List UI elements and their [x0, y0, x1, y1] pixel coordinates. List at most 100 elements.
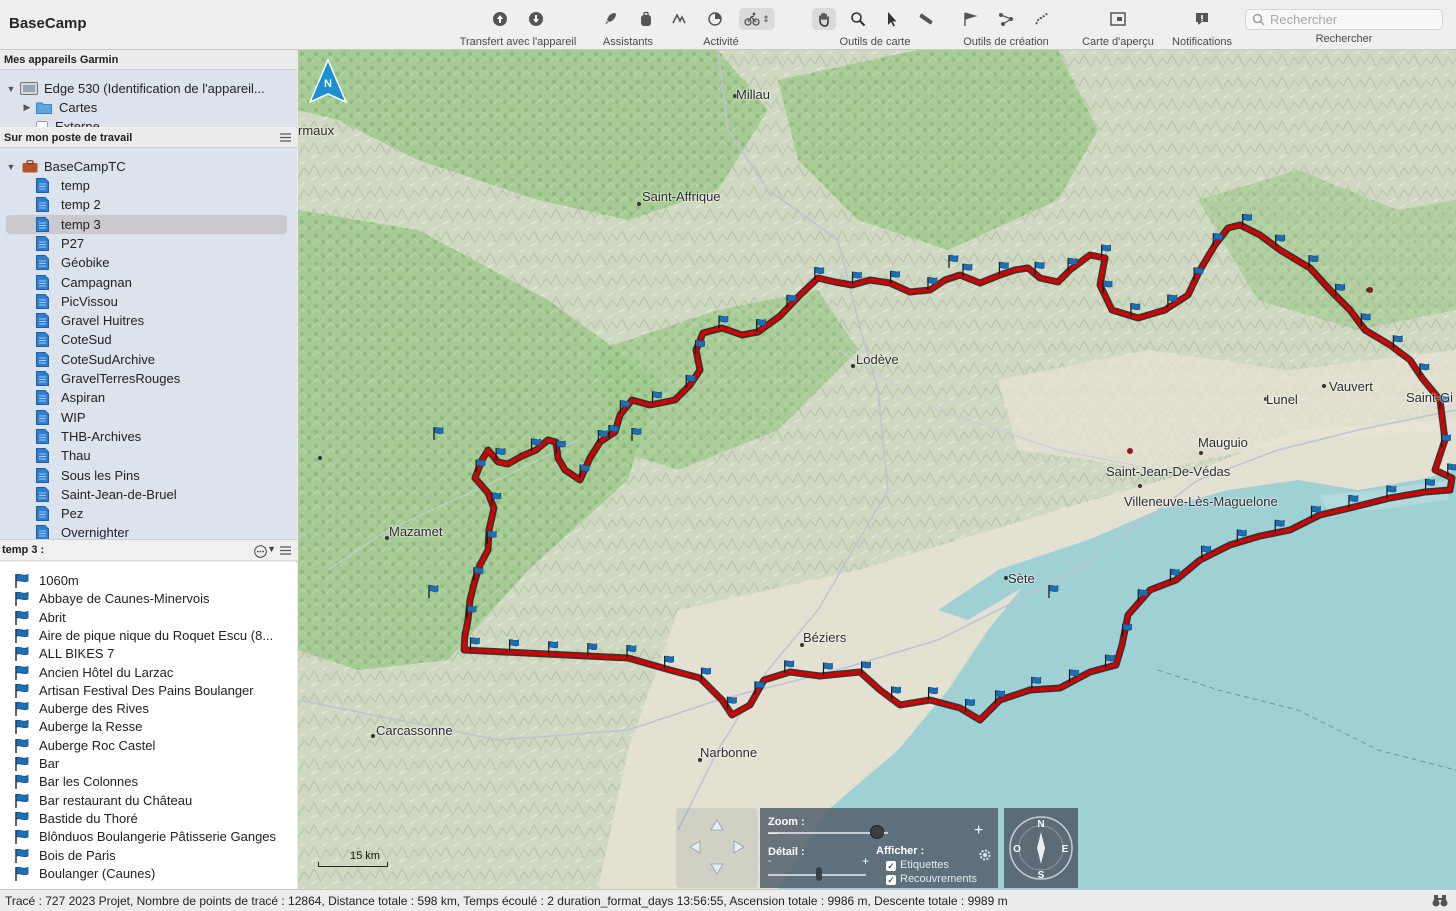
storage-icon — [36, 120, 48, 127]
overview-map-icon[interactable] — [1106, 8, 1130, 30]
more-options-icon[interactable] — [254, 545, 267, 558]
pan-up-icon[interactable] — [710, 819, 724, 831]
list-item[interactable]: temp 3 — [0, 214, 297, 234]
list-item[interactable]: temp — [0, 176, 297, 195]
list-item[interactable]: Saint-Jean-de-Bruel — [0, 485, 297, 504]
list-item-label: Aspiran — [61, 390, 106, 406]
list-item[interactable]: CoteSud — [0, 330, 297, 349]
waypoint-item[interactable]: Bar les Colonnes — [0, 772, 297, 792]
list-item[interactable]: GravelTerresRouges — [0, 369, 297, 388]
list-item[interactable]: Overnighter — [0, 523, 297, 539]
waypoint-item[interactable]: ALL BIKES 7 — [0, 644, 297, 664]
list-item[interactable]: PicVissou — [0, 292, 297, 311]
place-label: Lodève — [856, 352, 899, 367]
pan-left-icon[interactable] — [689, 840, 701, 854]
chevron-right-icon[interactable]: ▶ — [22, 102, 32, 113]
flag-tool-icon[interactable] — [958, 8, 982, 30]
waypoint-item[interactable]: Auberge Roc Castel — [0, 735, 297, 755]
zoom-icon[interactable] — [846, 8, 870, 30]
waypoint-label: Auberge des Rives — [39, 701, 149, 717]
list-item[interactable]: Géobike — [0, 253, 297, 272]
list-menu-icon[interactable] — [280, 546, 291, 555]
waypoint-item[interactable]: Artisan Festival Des Pains Boulanger — [0, 680, 297, 700]
waypoint-item[interactable]: Abbaye de Caunes-Minervois — [0, 589, 297, 609]
download-icon[interactable] — [524, 8, 548, 30]
waypoint-item[interactable]: Boulanger (Caunes) — [0, 863, 297, 883]
list-item[interactable]: temp 2 — [0, 195, 297, 214]
list-item[interactable]: Aspiran — [0, 388, 297, 407]
backpack-icon[interactable] — [634, 8, 658, 30]
upload-icon[interactable] — [488, 8, 512, 30]
activity-alt-icon[interactable] — [703, 8, 727, 30]
overview-map-group: Carte d'aperçu — [1082, 6, 1154, 48]
zoom-slider-handle[interactable] — [870, 825, 884, 839]
place-label: rmaux — [298, 123, 335, 138]
activity-group: ⇕ Activité — [666, 6, 776, 48]
device-maps-folder[interactable]: ▶ Cartes — [0, 98, 297, 117]
track-tool-icon[interactable] — [1030, 8, 1054, 30]
cyclist-icon[interactable]: ⇕ — [739, 8, 775, 30]
workstation-header: Sur mon poste de travail — [0, 128, 297, 148]
waypoint-item[interactable]: Bar restaurant du Château — [0, 790, 297, 810]
waypoint-label: Bar restaurant du Château — [39, 792, 193, 808]
gear-icon[interactable] — [978, 848, 992, 862]
waypoint-item[interactable]: 1060m — [0, 571, 297, 590]
waypoint-item[interactable]: Aire de pique nique du Roquet Escu (8... — [0, 625, 297, 645]
list-item[interactable]: Campagnan — [0, 273, 297, 292]
svg-text:N: N — [324, 78, 332, 90]
device-edge-530[interactable]: ▼ Edge 530 (Identification de l'appareil… — [0, 79, 297, 98]
chevron-down-icon[interactable]: ▼ — [6, 162, 16, 172]
detail-minus-icon[interactable]: - — [768, 856, 771, 867]
map-canvas[interactable] — [298, 50, 1456, 889]
list-item[interactable]: Pez — [0, 504, 297, 523]
folder-icon — [36, 102, 52, 114]
map-view[interactable]: Millau rmaux Saint-Affrique Lodève Vauve… — [298, 50, 1456, 889]
flag-icon — [15, 775, 29, 790]
waypoint-item[interactable]: Abrit — [0, 607, 297, 627]
detail-plus-icon[interactable]: + — [862, 854, 869, 868]
place-label: Mauguio — [1198, 435, 1248, 450]
list-item[interactable]: P27 — [0, 234, 297, 253]
hand-icon[interactable] — [812, 8, 836, 30]
pan-control[interactable] — [676, 808, 758, 888]
list-item[interactable]: THB-Archives — [0, 427, 297, 446]
list-item[interactable]: WIP — [0, 408, 297, 427]
list-doc-icon — [36, 313, 49, 329]
chevron-down-icon[interactable]: ▼ — [267, 544, 276, 554]
list-item[interactable]: CoteSudArchive — [0, 350, 297, 369]
waypoint-item[interactable]: Auberge la Resse — [0, 717, 297, 737]
notification-icon[interactable] — [1190, 8, 1214, 30]
zoom-in-icon[interactable]: + — [974, 822, 983, 840]
svg-text:E: E — [1062, 844, 1069, 855]
overlaps-checkbox[interactable]: ✓ — [886, 875, 896, 885]
waypoint-item[interactable]: Ancien Hôtel du Larzac — [0, 662, 297, 682]
waypoint-item[interactable]: Bar — [0, 754, 297, 773]
search-box[interactable] — [1245, 9, 1443, 30]
binoculars-icon[interactable] — [1432, 894, 1448, 907]
device-external[interactable]: Externe — [0, 117, 297, 127]
list-item[interactable]: Thau — [0, 446, 297, 465]
detail-slider-handle[interactable] — [816, 867, 822, 881]
pan-right-icon[interactable] — [733, 840, 745, 854]
labels-checkbox[interactable]: ✓ — [886, 861, 896, 871]
search-input[interactable] — [1270, 11, 1438, 28]
list-item[interactable]: Gravel Huitres — [0, 311, 297, 330]
activity-icon[interactable] — [667, 8, 691, 30]
waypoint-item[interactable]: Auberge des Rives — [0, 699, 297, 719]
waypoint-item[interactable]: Bastide du Thoré — [0, 808, 297, 828]
rocket-icon[interactable] — [598, 8, 622, 30]
pan-down-icon[interactable] — [710, 863, 724, 875]
route-tool-icon[interactable] — [994, 8, 1018, 30]
zoom-out-icon[interactable]: — — [768, 828, 778, 839]
list-doc-icon — [36, 409, 49, 425]
chevron-down-icon[interactable]: ▼ — [6, 84, 16, 94]
pointer-icon[interactable] — [880, 8, 904, 30]
list-menu-icon[interactable] — [280, 133, 291, 142]
library-basecamptc[interactable]: ▼ BaseCampTC — [0, 157, 297, 176]
compass[interactable]: N S E O — [1004, 808, 1078, 888]
list-item[interactable]: Sous les Pins — [0, 466, 297, 485]
waypoint-item[interactable]: Blônduos Boulangerie Pâtisserie Ganges — [0, 827, 297, 847]
ruler-icon[interactable] — [914, 8, 938, 30]
waypoint-item[interactable]: Bois de Paris — [0, 845, 297, 865]
list-item-label: Gravel Huitres — [61, 313, 145, 329]
